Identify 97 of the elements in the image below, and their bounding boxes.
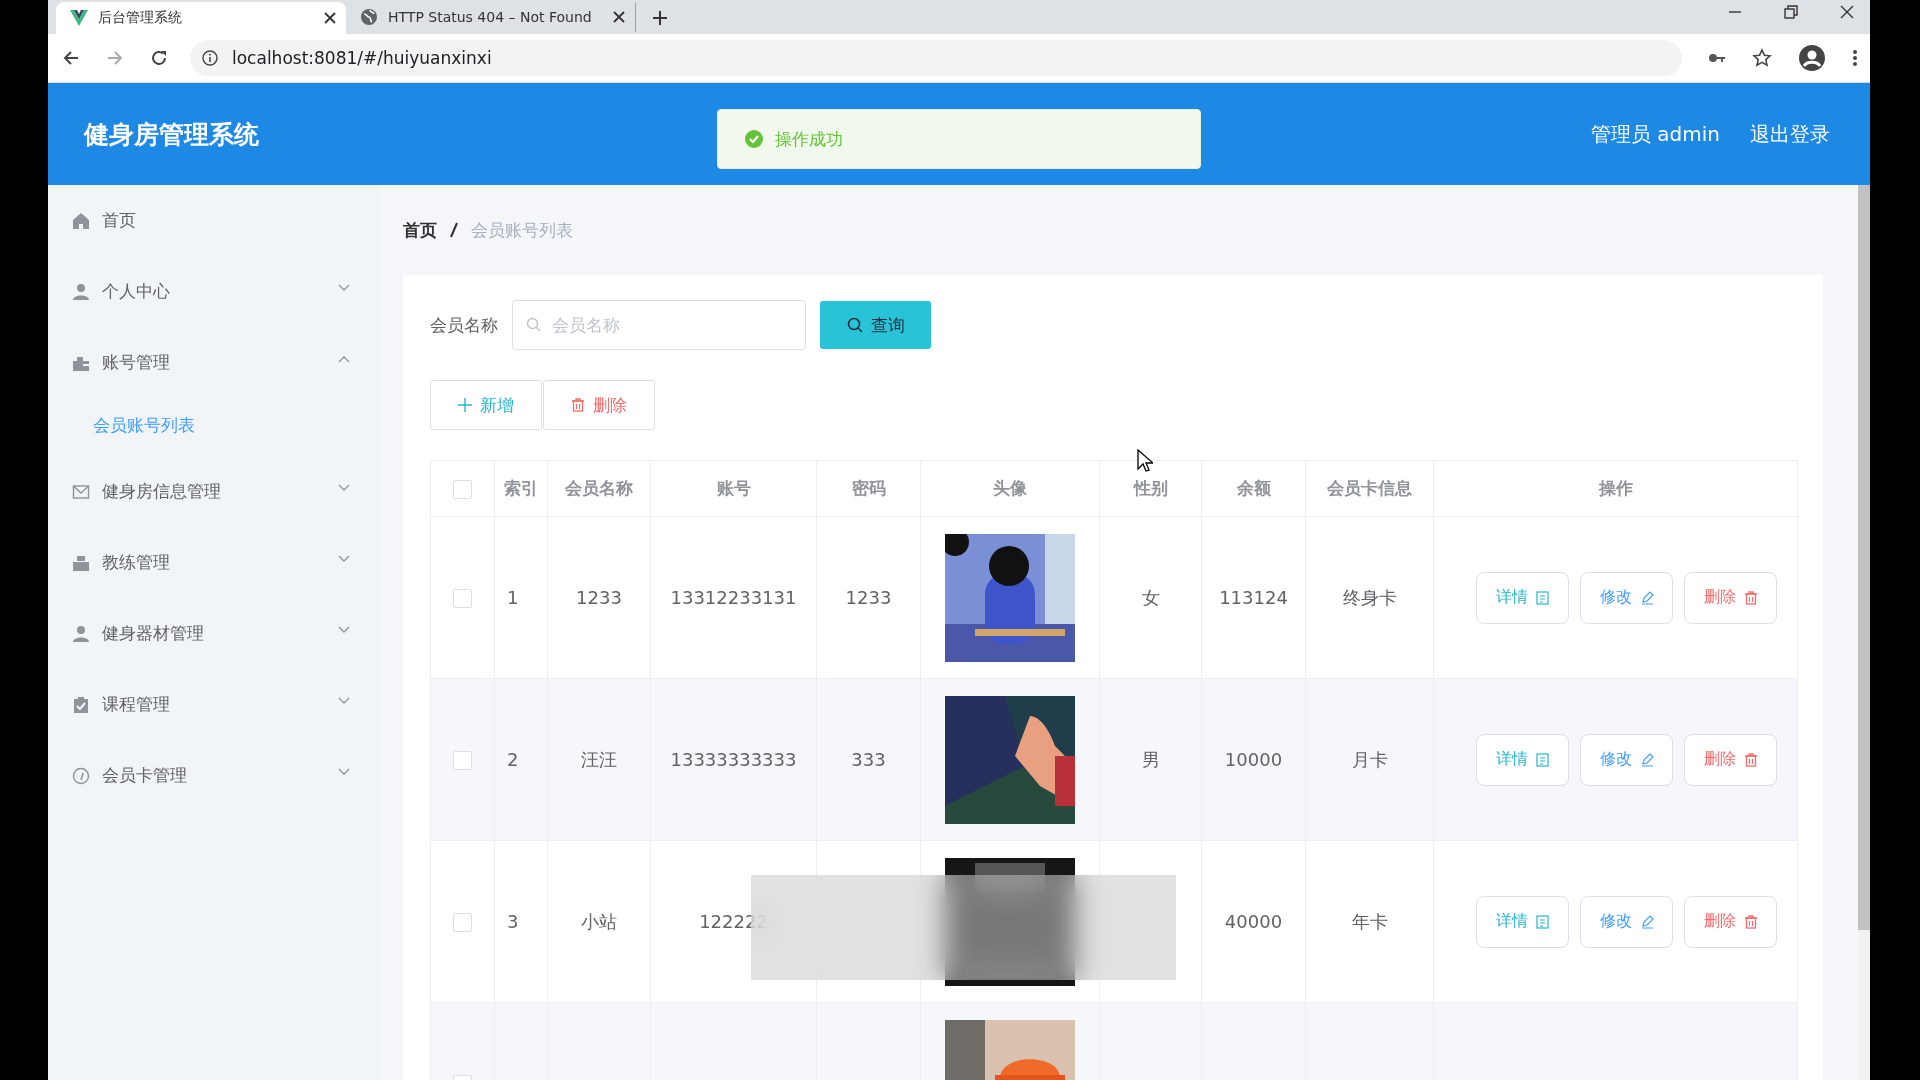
person-icon	[72, 282, 90, 301]
checkbox[interactable]	[453, 751, 472, 771]
checkbox[interactable]	[453, 589, 472, 609]
sidebar-item[interactable]: 会员卡管理	[48, 740, 380, 811]
edit-button[interactable]: 修改	[1580, 733, 1673, 786]
close-icon[interactable]	[613, 11, 625, 23]
table-cell: 小站	[581, 910, 617, 932]
sidebar-item[interactable]: 健身房信息管理	[48, 456, 380, 527]
breadcrumb-item: 会员账号列表	[471, 218, 573, 242]
envelope-icon	[72, 482, 90, 501]
sidebar-item[interactable]: 课程管理	[48, 669, 380, 740]
pencil-icon	[1639, 752, 1654, 767]
account-icon[interactable]	[1798, 44, 1826, 72]
tab-title: HTTP Status 404 – Not Found	[388, 9, 593, 25]
edit-button[interactable]: 修改	[1580, 571, 1673, 624]
table-cell: 女	[1141, 586, 1160, 608]
browser-tab[interactable]: HTTP Status 404 – Not Found	[346, 2, 636, 32]
pencil-icon	[1639, 914, 1654, 929]
user-label: 管理员 admin	[1590, 120, 1720, 148]
person-icon	[72, 624, 90, 643]
success-icon	[745, 130, 763, 148]
table-cell: 13333333333	[670, 749, 797, 770]
trash-icon	[1743, 914, 1758, 929]
table-cell: 2	[507, 749, 519, 770]
clipboard-icon	[72, 695, 90, 714]
sidebar-item[interactable]: 健身器材管理	[48, 598, 380, 669]
star-icon[interactable]	[1752, 48, 1772, 68]
table-cell: 年卡	[1351, 910, 1388, 932]
sidebar-item[interactable]: 首页	[48, 185, 380, 256]
trash-icon	[1743, 752, 1758, 767]
table-cell: 月卡	[1351, 748, 1388, 770]
table-cell: 13312233131	[670, 587, 797, 608]
document-icon	[1536, 590, 1549, 605]
address-field[interactable]: localhost:8081/#/huiyuanxinxi	[190, 40, 1682, 76]
column-header: 操作	[1598, 478, 1633, 498]
delete-button[interactable]: 删除	[543, 380, 655, 430]
logout-link[interactable]: 退出登录	[1750, 120, 1830, 148]
toast-message: 操作成功	[775, 127, 843, 151]
table-cell: 1233	[576, 587, 622, 608]
vue-logo-icon	[70, 10, 88, 26]
table-cell: 10000	[1224, 749, 1283, 770]
column-header: 密码	[851, 478, 886, 498]
document-icon	[1536, 752, 1549, 767]
pencil-icon	[1639, 590, 1654, 605]
search-button[interactable]: 查询	[820, 301, 931, 349]
more-icon[interactable]	[1852, 49, 1858, 67]
checkbox[interactable]	[453, 479, 472, 499]
column-header: 头像	[993, 478, 1027, 498]
table-cell: 113124	[1219, 587, 1288, 608]
delete-button[interactable]: 删除	[1684, 571, 1777, 624]
delete-button[interactable]: 删除	[1684, 895, 1777, 948]
close-icon[interactable]	[324, 12, 336, 24]
search-label: 会员名称	[430, 313, 498, 337]
table-cell: 男	[1141, 748, 1160, 770]
column-header: 会员名称	[565, 478, 633, 498]
column-header: 余额	[1236, 478, 1271, 498]
sidebar-item[interactable]: 个人中心	[48, 256, 380, 327]
edit-button[interactable]: 修改	[1580, 895, 1673, 948]
table-cell: 1233	[845, 587, 892, 608]
breadcrumb-item[interactable]: 首页	[403, 218, 437, 242]
key-icon[interactable]	[1708, 51, 1726, 65]
scrollbar-thumb[interactable]	[1858, 185, 1870, 930]
column-header: 账号	[716, 478, 751, 498]
search-field[interactable]: 会员名称	[512, 300, 806, 350]
app-title: 健身房管理系统	[84, 118, 259, 151]
table-cell: 汪汪	[581, 748, 617, 770]
table-cell: 终身卡	[1342, 586, 1397, 608]
info-icon	[202, 50, 218, 66]
plus-icon	[458, 398, 472, 412]
sidebar-item[interactable]: 教练管理	[48, 527, 380, 598]
reload-icon[interactable]	[150, 49, 168, 67]
delete-button[interactable]: 删除	[1684, 733, 1777, 786]
table-cell: 3	[507, 911, 519, 932]
restore-icon[interactable]	[1784, 5, 1798, 19]
trash-icon	[571, 398, 585, 412]
toolbox-icon	[72, 553, 90, 572]
trash-icon	[1743, 590, 1758, 605]
column-header: 会员卡信息	[1327, 478, 1412, 498]
home-icon	[72, 211, 90, 230]
back-icon[interactable]	[62, 49, 80, 67]
plus-icon[interactable]	[652, 10, 668, 26]
checkbox[interactable]	[453, 913, 472, 933]
document-icon	[1536, 914, 1549, 929]
close-icon[interactable]	[1840, 5, 1854, 19]
mouse-cursor-icon	[1137, 449, 1153, 473]
globe-icon	[360, 8, 378, 26]
gauge-icon	[72, 766, 90, 785]
search-icon	[526, 317, 541, 332]
column-header: 索引	[504, 478, 538, 498]
table-cell: 333	[851, 749, 886, 770]
search-icon	[846, 317, 863, 333]
browser-tab[interactable]: 后台管理系统	[56, 2, 346, 34]
slash-icon	[449, 222, 459, 238]
table-cell: 1	[507, 587, 519, 608]
tab-title: 后台管理系统	[98, 9, 183, 27]
column-header: 性别	[1133, 478, 1168, 498]
table-cell: 40000	[1224, 911, 1283, 932]
